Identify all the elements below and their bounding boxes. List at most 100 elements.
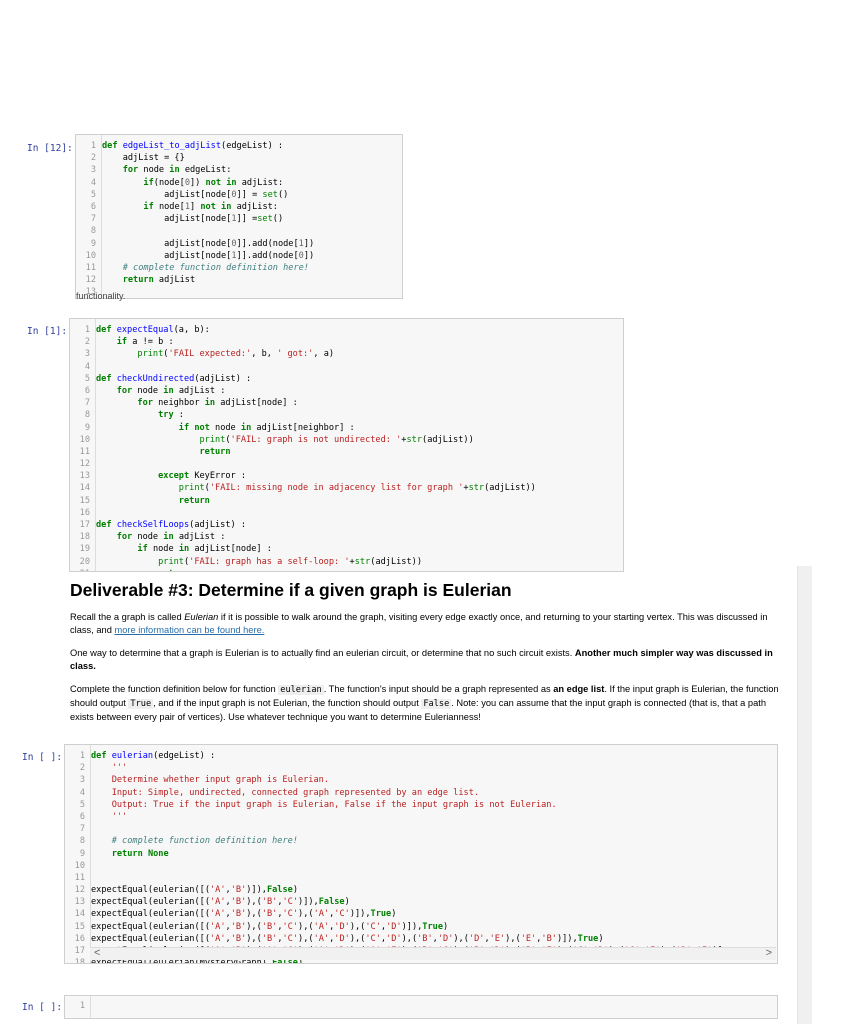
code-token: expectEqual(eulerian([(	[91, 909, 210, 919]
code-token: adjList[node[	[102, 251, 231, 261]
code-token: node	[210, 423, 241, 433]
line-number: 2	[76, 152, 102, 164]
code-token: True	[371, 909, 392, 919]
code-editor[interactable]: 1	[65, 1000, 777, 1012]
code-cell-1[interactable]: 1def edgeList_to_adjList(edgeList) :2 ad…	[75, 134, 403, 299]
code-token: if	[137, 544, 147, 554]
code-line: 8 # complete function definition here!	[65, 835, 777, 847]
code-token: 'D'	[469, 934, 485, 944]
code-token	[96, 557, 158, 567]
code-token: ]	[190, 202, 200, 212]
code-token: ])	[190, 178, 206, 188]
code-line: 21 return	[70, 568, 623, 572]
code-token	[91, 763, 112, 773]
code-token: 'E'	[521, 934, 537, 944]
scroll-right-arrow-icon[interactable]: >	[766, 947, 772, 959]
code-token: (a, b):	[174, 325, 210, 335]
code-token: edgeList_to_adjList	[123, 141, 221, 151]
code-token: ),(	[350, 934, 366, 944]
code-editor[interactable]: 1def edgeList_to_adjList(edgeList) :2 ad…	[76, 140, 402, 298]
line-number: 2	[70, 336, 96, 348]
code-token: set	[262, 190, 278, 200]
code-editor[interactable]: 1def expectEqual(a, b):2 if a != b :3 pr…	[70, 324, 623, 572]
code-token: KeyError :	[189, 471, 246, 481]
code-token: # complete function definition here!	[112, 836, 298, 846]
scroll-left-arrow-icon[interactable]: <	[94, 947, 100, 959]
code-token: ),(	[298, 922, 314, 932]
code-line: 5 adjList[node[0]] = set()	[76, 189, 402, 201]
code-line: 8 try :	[70, 409, 623, 421]
code-editor[interactable]: 1def eulerian(edgeList) :2 '''3 Determin…	[65, 750, 777, 964]
line-number: 1	[65, 1000, 91, 1012]
code-token: 'FAIL: graph is not undirected: '	[231, 435, 402, 445]
code-token: ]] =	[237, 214, 258, 224]
code-token	[96, 532, 117, 542]
code-line: 12	[70, 458, 623, 470]
code-token	[96, 496, 179, 506]
code-token: 'C'	[365, 934, 381, 944]
code-token: adjList = {}	[102, 153, 185, 163]
code-line: 6 if node[1] not in adjList:	[76, 201, 402, 213]
code-token	[96, 569, 158, 572]
line-number: 7	[65, 823, 91, 835]
code-token: node	[148, 544, 179, 554]
p3-code-false: False	[421, 699, 451, 709]
code-line: 1def edgeList_to_adjList(edgeList) :	[76, 140, 402, 152]
horizontal-scrollbar[interactable]: < >	[90, 947, 776, 960]
code-token: )]),	[298, 897, 319, 907]
code-token: neighbor	[153, 398, 205, 408]
code-token: try	[158, 410, 174, 420]
page-scrollbar[interactable]	[797, 566, 812, 1024]
code-line: 1def expectEqual(a, b):	[70, 324, 623, 336]
code-token: ),(	[246, 934, 262, 944]
code-token: )]),	[350, 909, 371, 919]
code-token: for	[137, 398, 153, 408]
p3-text: Complete the function definition below f…	[70, 684, 278, 694]
line-number: 17	[65, 945, 91, 957]
code-token: )]),	[402, 922, 423, 932]
code-token: )]),	[557, 934, 578, 944]
code-token: ),(	[453, 934, 469, 944]
code-token: )	[345, 897, 350, 907]
code-token: adjList[node[	[102, 214, 231, 224]
code-line: 3 for node in edgeList:	[76, 164, 402, 176]
code-token: # complete function definition here!	[123, 263, 309, 273]
code-token: 'A'	[210, 922, 226, 932]
code-line: 6 '''	[65, 811, 777, 823]
code-token: False	[319, 897, 345, 907]
code-token: )	[443, 922, 448, 932]
line-number: 19	[70, 543, 96, 555]
code-token: 'A'	[314, 934, 330, 944]
code-token: Input: Simple, undirected, connected gra…	[91, 788, 479, 798]
cell-4-prompt: In [ ]:	[22, 1002, 62, 1013]
code-cell-2[interactable]: 1def expectEqual(a, b):2 if a != b :3 pr…	[69, 318, 624, 572]
line-number: 21	[70, 568, 96, 572]
code-line: 13 except KeyError :	[70, 470, 623, 482]
code-line: 10	[65, 860, 777, 872]
code-token: 'B'	[262, 922, 278, 932]
code-line: 11 return	[70, 446, 623, 458]
markdown-cell: Deliverable #3: Determine if a given gra…	[70, 580, 780, 724]
code-line: 19 if node in adjList[node] :	[70, 543, 623, 555]
code-cell-4[interactable]: 1	[64, 995, 778, 1019]
code-token: 'A'	[210, 909, 226, 919]
code-token: ]].add(node[	[237, 251, 299, 261]
code-token: for	[117, 386, 133, 396]
code-token: def	[96, 520, 117, 530]
p3-strong: an edge list	[553, 684, 604, 694]
code-token	[96, 471, 158, 481]
line-number: 7	[70, 397, 96, 409]
code-cell-3[interactable]: 1def eulerian(edgeList) :2 '''3 Determin…	[64, 744, 778, 964]
more-info-link[interactable]: more information can be found here.	[114, 625, 264, 635]
code-token: :	[174, 410, 184, 420]
code-token	[96, 447, 199, 457]
line-number: 3	[76, 164, 102, 176]
line-number: 18	[65, 957, 91, 964]
code-token	[96, 423, 179, 433]
code-line: 11	[65, 872, 777, 884]
code-token: False	[267, 885, 293, 895]
code-line: 3 Determine whether input graph is Euler…	[65, 774, 777, 786]
code-line: 17def checkSelfLoops(adjList) :	[70, 519, 623, 531]
code-line: 16	[70, 507, 623, 519]
line-number: 2	[65, 762, 91, 774]
